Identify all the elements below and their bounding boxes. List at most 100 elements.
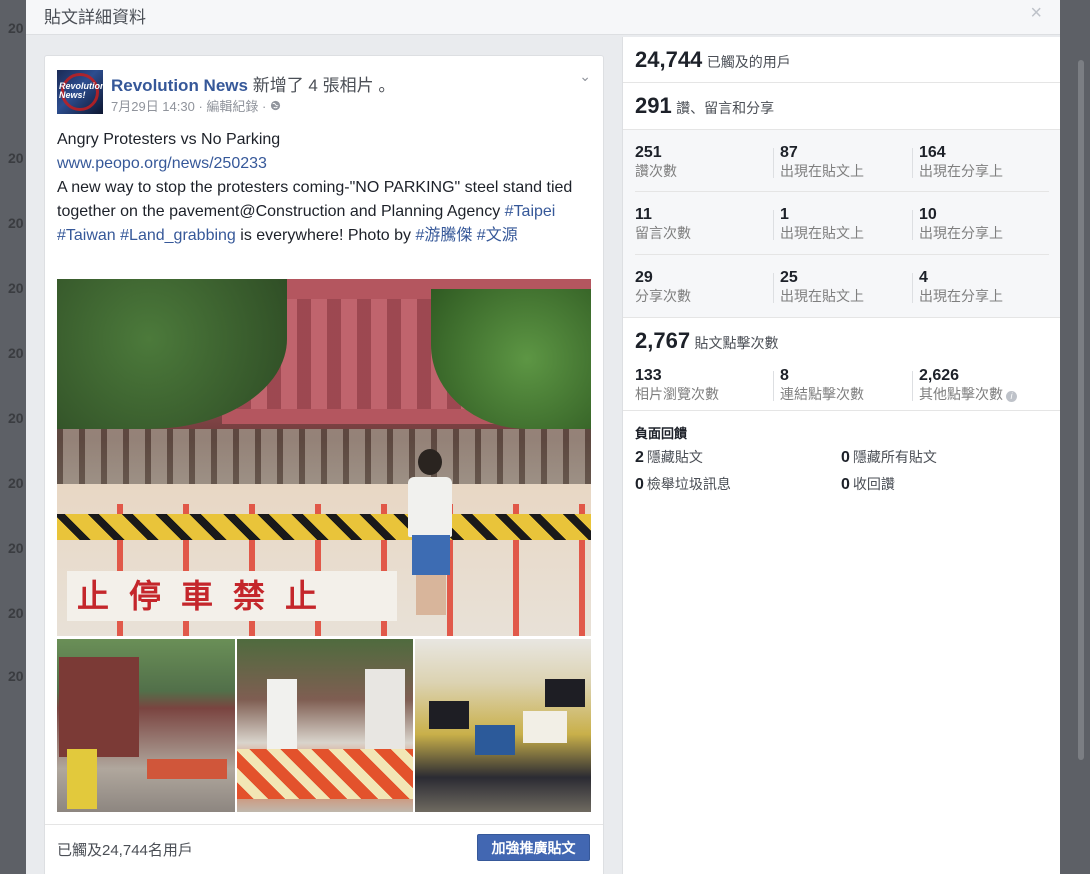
person-shirt <box>408 477 452 537</box>
stat-divider <box>773 210 774 240</box>
shares-on-post: 25 出現在貼文上 <box>780 269 864 305</box>
stat-number: 10 <box>919 206 937 223</box>
clicks-section: 2,767 貼文點擊次數 133 相片瀏覽次數 8 連結點擊次數 2,626 其… <box>623 318 1060 411</box>
negative-feedback-title: 負面回饋 <box>635 426 688 441</box>
post-body-text: Angry Protesters vs No Parking www.peopo… <box>57 128 592 248</box>
stat-label-with-info: 其他點擊次數 i <box>919 385 1017 403</box>
stat-number: 251 <box>635 144 662 161</box>
reach-count: 24,744 <box>635 47 703 72</box>
comments-on-post: 1 出現在貼文上 <box>780 206 864 242</box>
bg-fragment: 20 <box>8 410 24 426</box>
link-clicks: 8 連結點擊次數 <box>780 367 864 403</box>
person-head <box>418 449 442 475</box>
negative-feedback-section: 負面回饋 2 隱藏貼文 0 隱藏所有貼文 0 檢舉垃圾訊息 0 收回讚 <box>623 411 1060 511</box>
chevron-down-icon[interactable]: ⌄ <box>579 68 591 85</box>
thumb-sign-1 <box>429 701 469 729</box>
stat-label: 隱藏貼文 <box>646 449 703 465</box>
stat-number: 25 <box>780 269 798 286</box>
close-icon[interactable]: × <box>1030 2 1042 25</box>
reach-row: 24,744 已觸及的用戶 <box>623 37 1060 83</box>
thumb-sign-4 <box>545 679 585 707</box>
photo-thumbnail-3[interactable] <box>415 639 591 812</box>
stat-divider <box>912 148 913 178</box>
engagement-breakdown: 251 讚次數 87 出現在貼文上 164 出現在分享上 11 留言次數 1 出… <box>623 130 1060 318</box>
bg-fragment: 20 <box>8 605 24 621</box>
background-scrollbar[interactable] <box>1078 60 1084 760</box>
dialog-title: 貼文詳細資料 <box>44 8 146 27</box>
stat-number: 133 <box>635 367 662 384</box>
stat-number: 2,626 <box>919 367 960 384</box>
hide-all-stat: 0 隱藏所有貼文 <box>841 447 937 467</box>
stat-label: 收回讚 <box>852 476 895 492</box>
thumb-sign-3 <box>523 711 567 743</box>
bg-fragment: 20 <box>8 215 24 231</box>
thumb-person <box>67 749 97 809</box>
stat-label: 其他點擊次數 <box>919 386 1003 402</box>
stat-label: 出現在分享上 <box>919 225 1003 241</box>
stat-label: 留言次數 <box>635 225 691 241</box>
thumb-guard-1 <box>267 679 297 749</box>
stat-number: 164 <box>919 144 946 161</box>
stat-number: 2 <box>635 449 644 466</box>
bg-fragment: 20 <box>8 150 24 166</box>
row-divider <box>635 191 1049 192</box>
post-photo-main[interactable]: 止停車禁止 <box>57 279 591 636</box>
likes-on-post: 87 出現在貼文上 <box>780 144 864 180</box>
bg-fragment: 20 <box>8 345 24 361</box>
page-avatar[interactable]: Revolution News! <box>57 70 103 114</box>
stat-divider <box>912 273 913 303</box>
logo-text: Revolution News! <box>59 81 103 100</box>
clicks-block: 2,767 貼文點擊次數 <box>635 328 779 354</box>
stat-label: 連結點擊次數 <box>780 386 864 402</box>
edit-history-link[interactable]: · 編輯紀錄 · <box>195 99 270 114</box>
stat-label: 出現在分享上 <box>919 288 1003 304</box>
bg-fragment: 20 <box>8 20 24 36</box>
stat-number: 4 <box>919 269 928 286</box>
stat-number: 29 <box>635 269 653 286</box>
clicks-count: 2,767 <box>635 328 691 353</box>
thumb-gate <box>59 657 139 757</box>
row-divider <box>635 254 1049 255</box>
engagement-count: 291 <box>635 93 672 118</box>
stat-label: 分享次數 <box>635 288 691 304</box>
stat-number: 1 <box>780 206 789 223</box>
photo-credit-hashtags[interactable]: #游騰傑 #文源 <box>415 227 517 244</box>
post-footer: 已觸及24,744名用戶 加強推廣貼文 <box>45 824 603 874</box>
thumb-guard-2 <box>365 669 405 749</box>
post-card: Revolution News! Revolution News 新增了 4 張… <box>44 55 604 874</box>
post-link[interactable]: www.peopo.org/news/250233 <box>57 155 267 172</box>
likes-total: 251 讚次數 <box>635 144 677 180</box>
stat-number: 0 <box>841 476 850 493</box>
thumb-barrier <box>237 749 413 799</box>
page-name-link[interactable]: Revolution News <box>111 76 248 95</box>
stat-divider <box>912 210 913 240</box>
engagement-row: 291 讚、留言和分享 <box>623 83 1060 130</box>
stat-label: 出現在貼文上 <box>780 225 864 241</box>
photo-thumbnail-1[interactable] <box>57 639 235 812</box>
hide-post-stat: 2 隱藏貼文 <box>635 447 703 467</box>
info-icon[interactable]: i <box>1006 391 1017 402</box>
stat-label: 隱藏所有貼文 <box>852 449 937 465</box>
comments-on-shares: 10 出現在分享上 <box>919 206 1003 242</box>
thumb-barrier <box>147 759 227 779</box>
globe-icon <box>270 99 281 114</box>
photo-thumbnail-2[interactable] <box>237 639 413 812</box>
stat-number: 11 <box>635 206 652 223</box>
post-timestamp[interactable]: 7月29日 14:30 <box>111 99 195 114</box>
background-right-strip <box>1060 0 1090 874</box>
stat-number: 0 <box>841 449 850 466</box>
stat-number: 87 <box>780 144 798 161</box>
post-line-tail: is everywhere! Photo by <box>235 227 416 244</box>
stat-number: 0 <box>635 476 644 493</box>
insights-panel: 24,744 已觸及的用戶 291 讚、留言和分享 251 讚次數 87 出現在… <box>622 37 1060 874</box>
photo-person <box>400 449 460 615</box>
boost-post-button[interactable]: 加強推廣貼文 <box>477 834 590 861</box>
post-details-dialog: 貼文詳細資料 × Revolution News! Revolution New… <box>26 0 1060 874</box>
shares-total: 29 分享次數 <box>635 269 691 305</box>
person-shorts <box>412 535 450 575</box>
thumb-sign-2 <box>475 725 515 755</box>
photo-fence <box>57 429 591 489</box>
clicks-label: 貼文點擊次數 <box>694 335 779 351</box>
bg-fragment: 20 <box>8 280 24 296</box>
stat-label: 讚次數 <box>635 163 677 179</box>
